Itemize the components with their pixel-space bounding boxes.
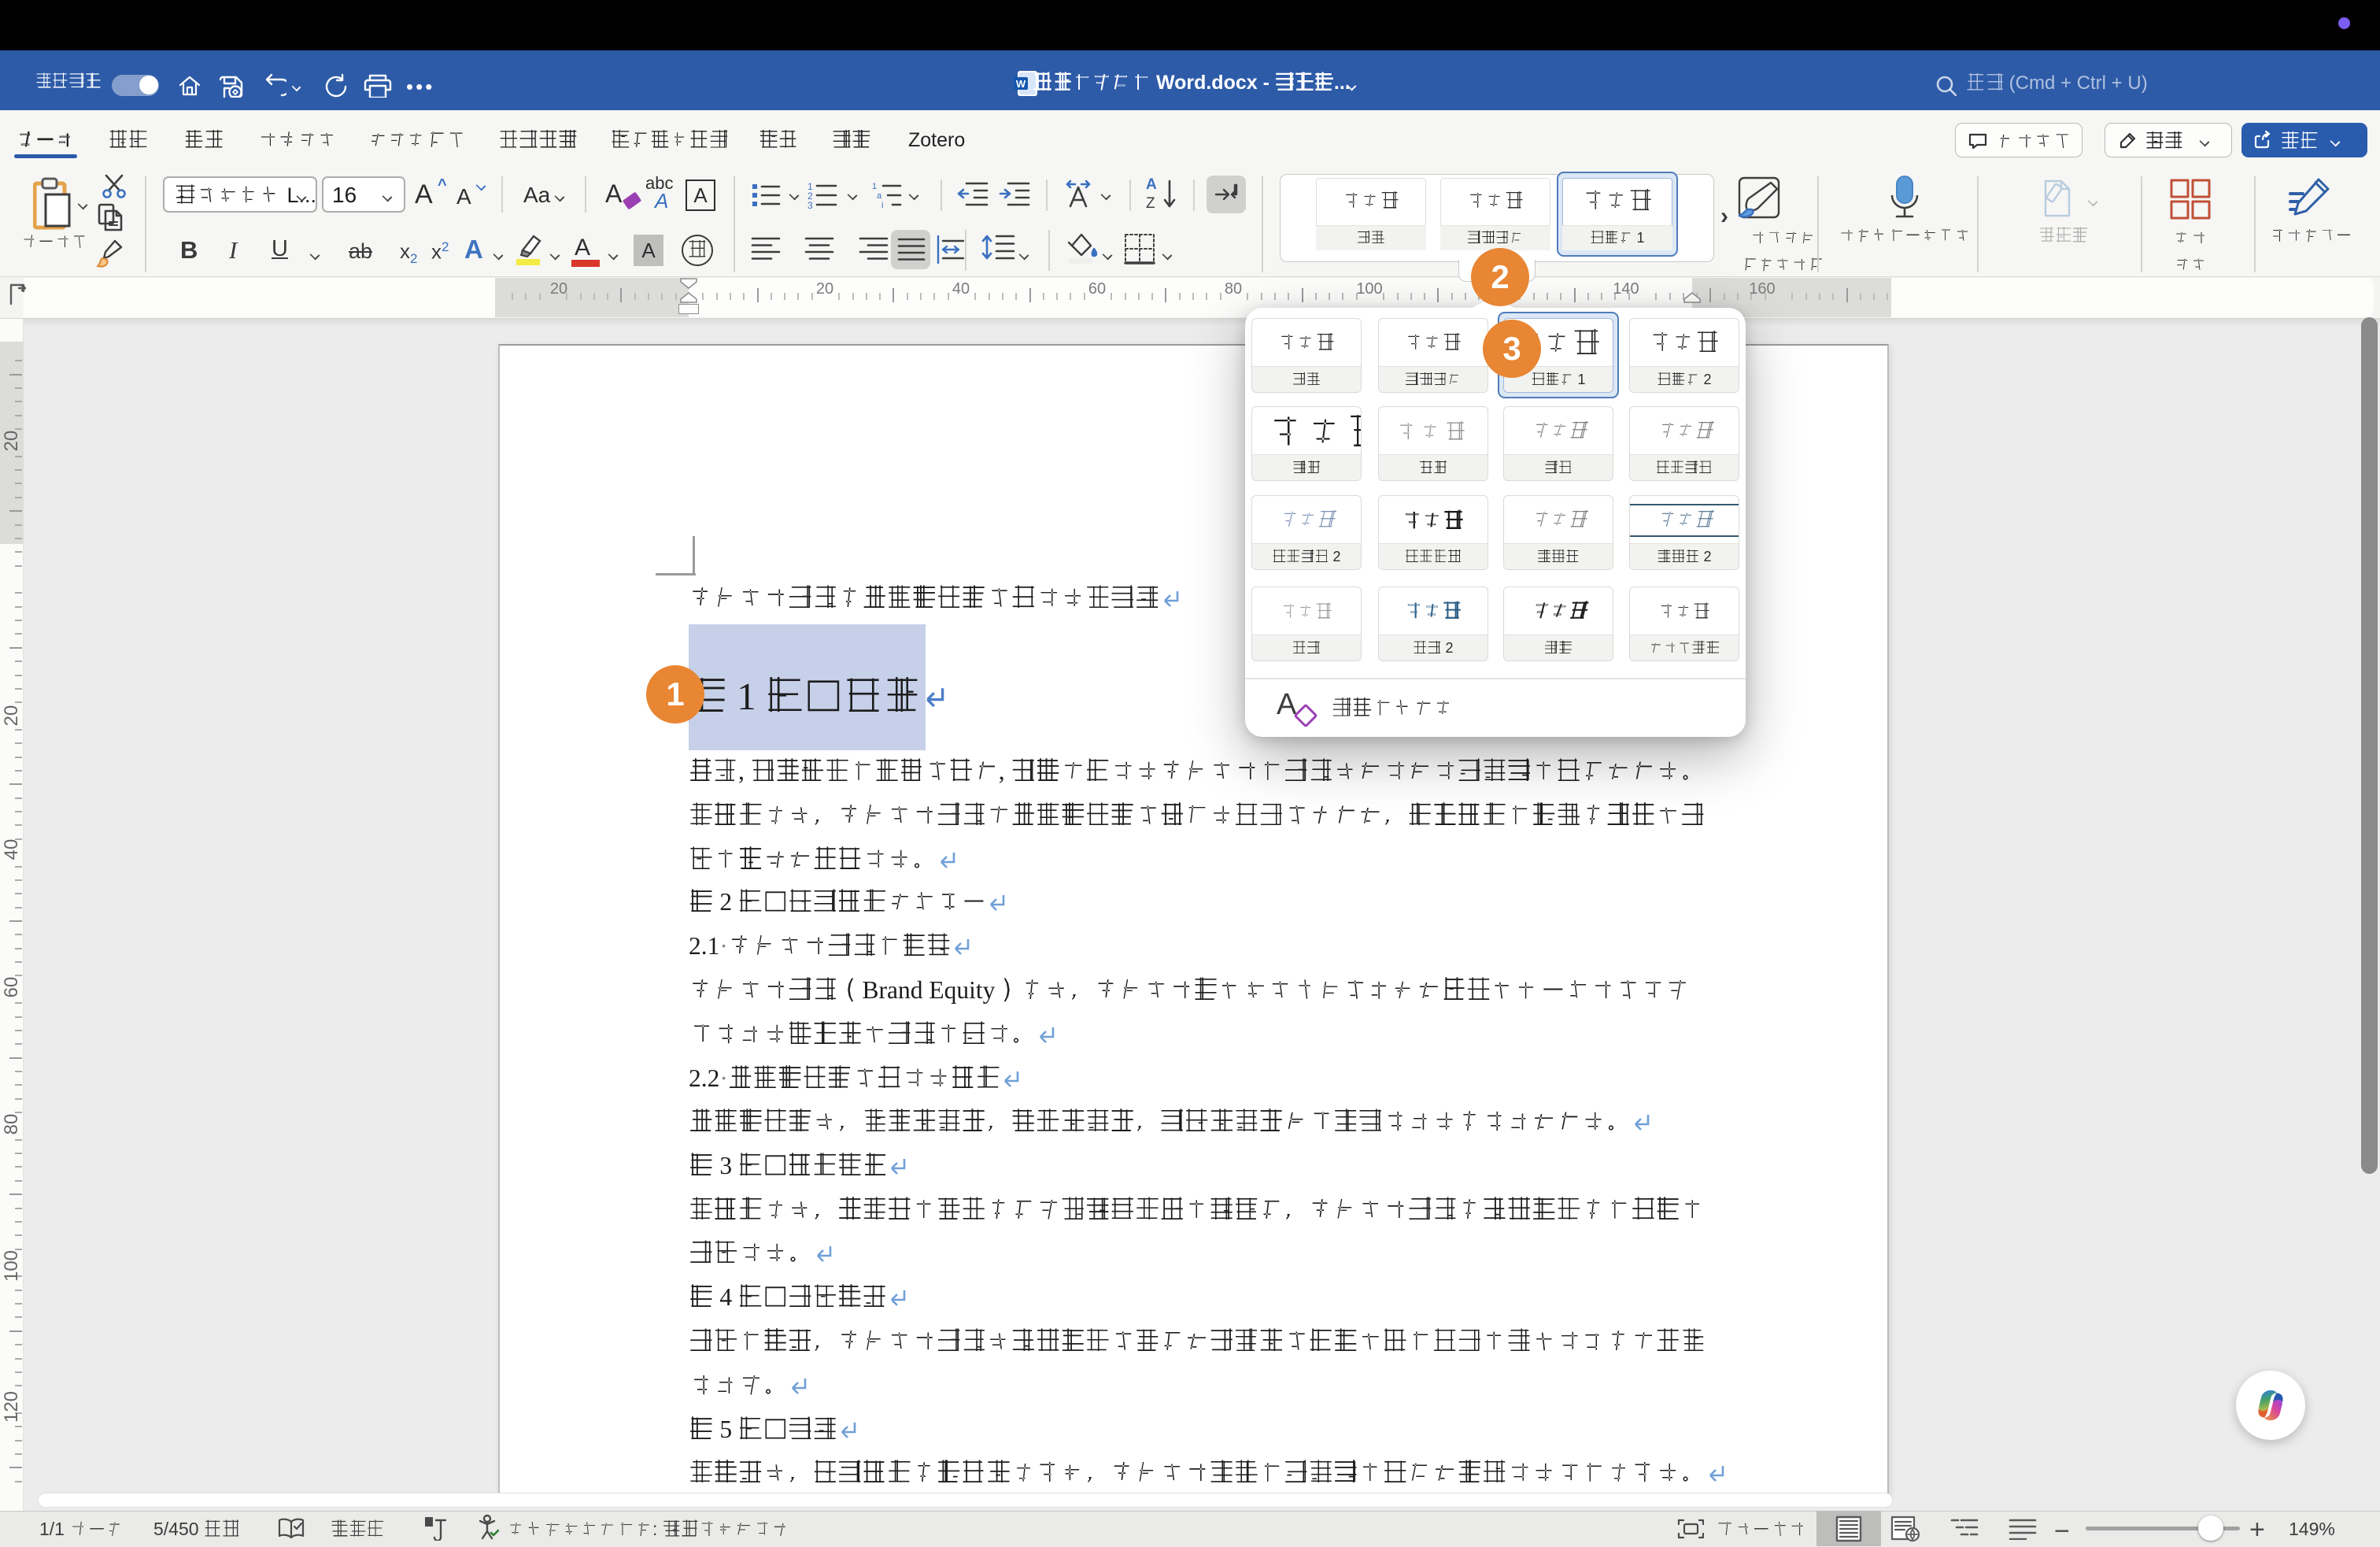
svg-text:Z: Z bbox=[1146, 195, 1155, 211]
svg-text:3: 3 bbox=[808, 200, 813, 209]
svg-text:1: 1 bbox=[872, 182, 877, 191]
svg-text:i: i bbox=[881, 201, 883, 209]
svg-text:W: W bbox=[1016, 78, 1026, 90]
svg-text:a: a bbox=[877, 191, 882, 201]
svg-text:A: A bbox=[1146, 176, 1157, 193]
